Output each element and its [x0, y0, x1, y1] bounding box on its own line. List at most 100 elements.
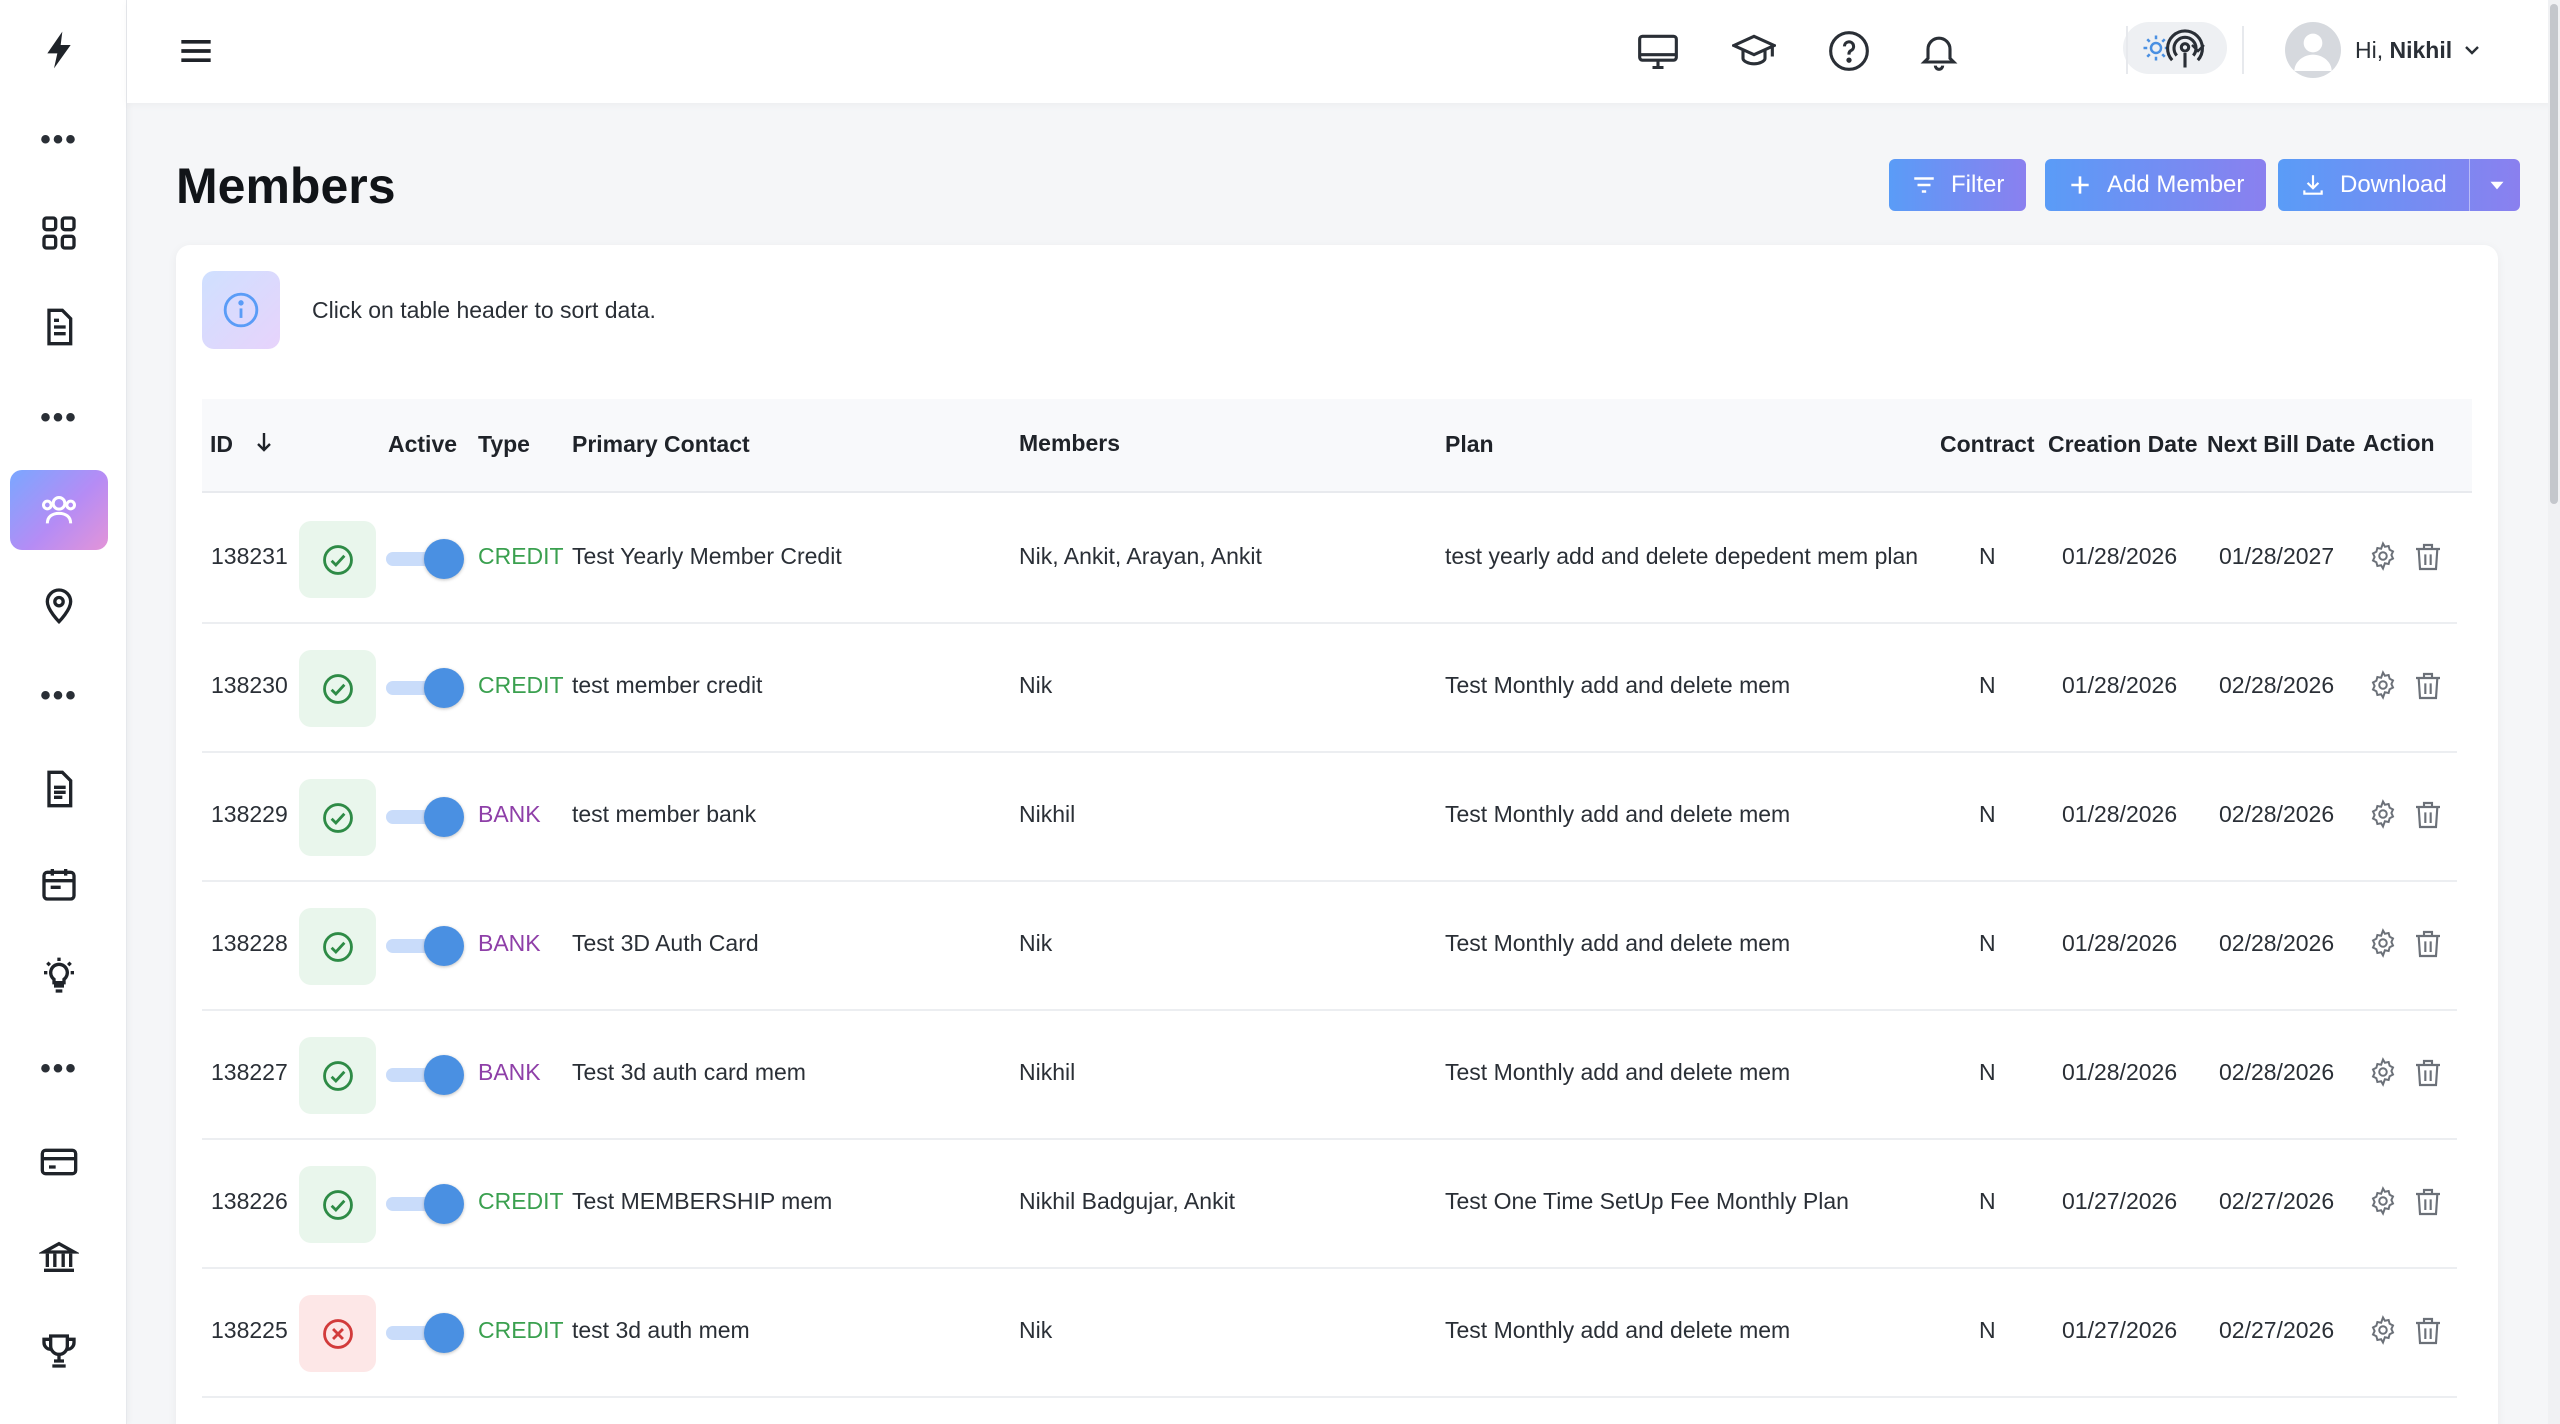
- sort-arrow-down-icon: [257, 433, 271, 452]
- cell-plan: Test Monthly add and delete mem: [1445, 1059, 1791, 1085]
- info-text: Click on table header to sort data.: [312, 297, 656, 323]
- table-row[interactable]: 138225 CREDIT test 3d auth mem Nik Test Mont…: [202, 1269, 2457, 1398]
- page-title: Members: [176, 158, 396, 214]
- user-menu[interactable]: Hi, Nikhil: [2285, 20, 2484, 80]
- delete-trash-icon[interactable]: [2412, 799, 2448, 835]
- trophy-icon[interactable]: [10, 1311, 108, 1391]
- topbar: Hi, Nikhil: [127, 0, 2560, 103]
- settings-gear-icon[interactable]: [2368, 1057, 2404, 1093]
- table-row[interactable]: 138230 CREDIT test member credit Nik Test Mo…: [202, 624, 2457, 753]
- filter-icon: [1914, 177, 1934, 193]
- active-toggle[interactable]: [386, 1313, 468, 1353]
- status-error-icon: [299, 1295, 376, 1372]
- more-dots[interactable]: •••: [10, 100, 108, 180]
- report-icon[interactable]: [10, 749, 108, 829]
- settings-gear-icon[interactable]: [2368, 928, 2404, 964]
- column-header-next-bill-date[interactable]: Next Bill Date: [2207, 431, 2355, 458]
- column-header-members[interactable]: Members: [1019, 430, 1120, 457]
- table-row[interactable]: 138227 BANK Test 3d auth card mem Nikhil Tes…: [202, 1011, 2457, 1140]
- delete-trash-icon[interactable]: [2412, 1315, 2448, 1351]
- credit-card-icon[interactable]: [10, 1122, 108, 1202]
- filter-button[interactable]: Filter: [1889, 159, 2027, 211]
- delete-trash-icon[interactable]: [2412, 541, 2448, 577]
- sidebar: ••• ••• ••• •••: [0, 0, 127, 1424]
- download-dropdown-toggle[interactable]: [2468, 159, 2510, 211]
- podcast-icon[interactable]: [2156, 22, 2214, 80]
- column-header-action[interactable]: Action: [2363, 430, 2435, 457]
- more-dots[interactable]: •••: [10, 1029, 108, 1109]
- column-header-id[interactable]: ID: [210, 431, 271, 458]
- monitor-icon[interactable]: [1629, 22, 1687, 80]
- dashboard-grid-icon[interactable]: [10, 193, 108, 273]
- column-header-active[interactable]: Active: [388, 431, 457, 458]
- graduation-cap-icon[interactable]: [1725, 22, 1783, 80]
- calendar-icon[interactable]: [10, 844, 108, 924]
- user-greeting: Hi, Nikhil: [2355, 36, 2453, 63]
- location-pin-icon[interactable]: [10, 565, 108, 645]
- cell-plan: Test Monthly add and delete mem: [1445, 1317, 1791, 1343]
- divider: [2126, 26, 2128, 74]
- logo-bolt-icon[interactable]: [10, 10, 108, 90]
- status-check-icon: [299, 521, 376, 598]
- cell-plan: Test One Time SetUp Fee Monthly Plan: [1445, 1188, 1849, 1214]
- column-header-type[interactable]: Type: [478, 431, 530, 458]
- delete-trash-icon[interactable]: [2412, 928, 2448, 964]
- active-toggle[interactable]: [386, 668, 468, 708]
- caret-down-icon: [2490, 181, 2504, 190]
- table-row[interactable]: 138231 CREDIT Test Yearly Member Credit Nik…: [202, 495, 2457, 624]
- help-icon[interactable]: [1820, 22, 1878, 80]
- cell-creation-date: 01/27/2026: [2062, 1188, 2178, 1214]
- active-toggle[interactable]: [386, 797, 468, 837]
- active-toggle[interactable]: [386, 539, 468, 579]
- cell-type: BANK: [478, 801, 541, 827]
- cell-plan: test yearly add and delete depedent mem …: [1445, 543, 1919, 569]
- cell-members: Nikhil: [1019, 1059, 1076, 1085]
- settings-gear-icon[interactable]: [2368, 1186, 2404, 1222]
- bank-icon[interactable]: [10, 1217, 108, 1297]
- cell-next-bill-date: 01/28/2027: [2219, 543, 2335, 569]
- cell-next-bill-date: 02/27/2026: [2219, 1317, 2335, 1343]
- active-toggle[interactable]: [386, 926, 468, 966]
- cell-creation-date: 01/28/2026: [2062, 672, 2178, 698]
- cell-contract: N: [1979, 801, 1996, 827]
- add-member-button[interactable]: Add Member: [2045, 159, 2267, 211]
- cell-primary-contact: Test MEMBERSHIP mem: [572, 1188, 833, 1214]
- status-check-icon: [299, 650, 376, 727]
- settings-gear-icon[interactable]: [2368, 1315, 2404, 1351]
- plus-icon: [2071, 176, 2089, 194]
- cell-contract: N: [1979, 1317, 1996, 1343]
- scrollbar-thumb[interactable]: [2550, 4, 2558, 504]
- cell-next-bill-date: 02/27/2026: [2219, 1188, 2335, 1214]
- column-header-plan[interactable]: Plan: [1445, 431, 1494, 458]
- active-toggle[interactable]: [386, 1184, 468, 1224]
- cell-id: 138231: [211, 543, 288, 569]
- column-header-creation-date[interactable]: Creation Date: [2048, 431, 2198, 458]
- active-toggle[interactable]: [386, 1055, 468, 1095]
- delete-trash-icon[interactable]: [2412, 670, 2448, 706]
- status-check-icon: [299, 779, 376, 856]
- more-dots[interactable]: •••: [10, 656, 108, 736]
- table-row[interactable]: 138229 BANK test member bank Nikhil Test Mon…: [202, 753, 2457, 882]
- hamburger-menu-icon[interactable]: [167, 22, 225, 80]
- cell-contract: N: [1979, 543, 1996, 569]
- delete-trash-icon[interactable]: [2412, 1057, 2448, 1093]
- settings-gear-icon[interactable]: [2368, 670, 2404, 706]
- cell-plan: Test Monthly add and delete mem: [1445, 801, 1791, 827]
- cell-plan: Test Monthly add and delete mem: [1445, 672, 1791, 698]
- column-header-contract[interactable]: Contract: [1940, 431, 2035, 458]
- document-icon[interactable]: [10, 287, 108, 367]
- members-icon[interactable]: [10, 470, 108, 550]
- notification-bell-icon[interactable]: [1910, 22, 1968, 80]
- table-row[interactable]: 138228 BANK Test 3D Auth Card Nik Test Month…: [202, 882, 2457, 1011]
- scrollbar[interactable]: [2548, 0, 2560, 1424]
- cell-primary-contact: test 3d auth mem: [572, 1317, 750, 1343]
- settings-gear-icon[interactable]: [2368, 541, 2404, 577]
- settings-gear-icon[interactable]: [2368, 799, 2404, 835]
- more-dots[interactable]: •••: [10, 378, 108, 458]
- download-button[interactable]: Download: [2278, 159, 2520, 211]
- column-header-primary-contact[interactable]: Primary Contact: [572, 431, 750, 458]
- cell-creation-date: 01/28/2026: [2062, 543, 2178, 569]
- delete-trash-icon[interactable]: [2412, 1186, 2448, 1222]
- lightbulb-icon[interactable]: [10, 936, 108, 1016]
- table-row[interactable]: 138226 CREDIT Test MEMBERSHIP mem Nikhil Ba…: [202, 1140, 2457, 1269]
